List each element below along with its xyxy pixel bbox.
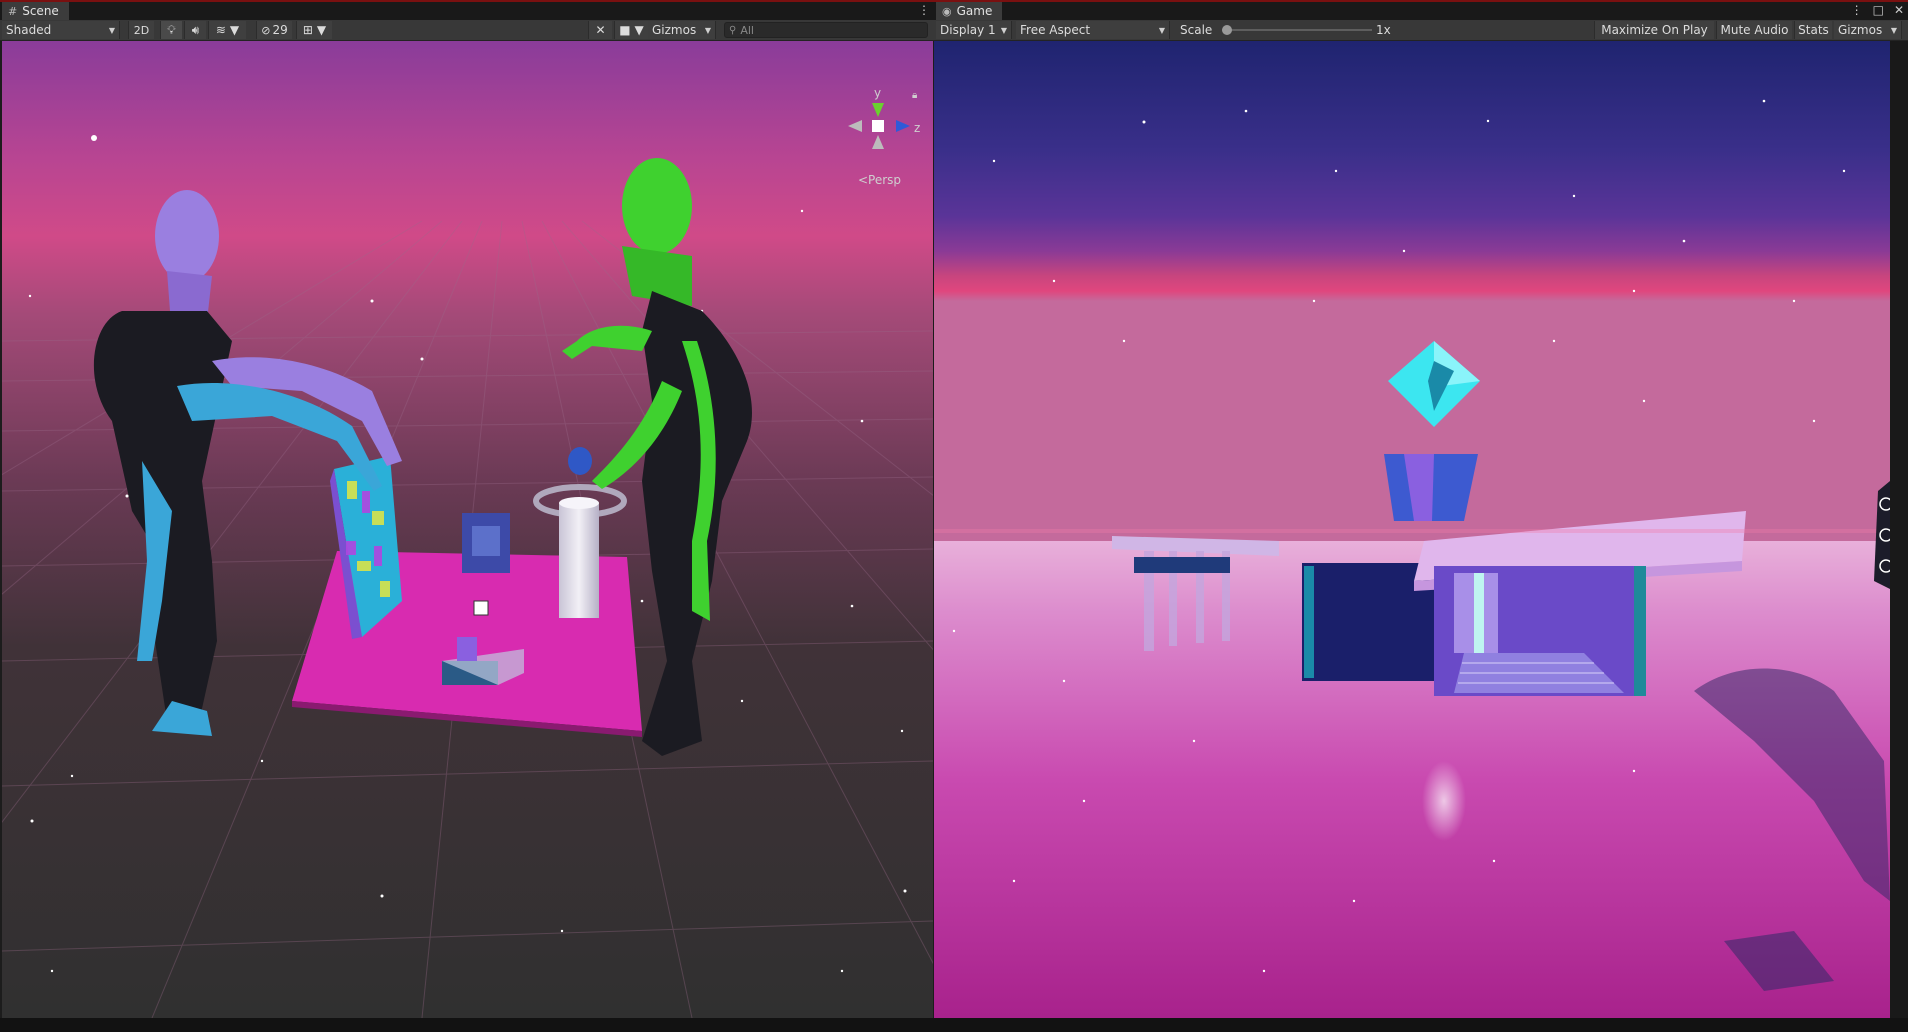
chevron-down-icon: ▼	[634, 23, 644, 37]
stats-toggle[interactable]: Stats	[1794, 21, 1832, 39]
kebab-menu-icon[interactable]: ⋮	[1851, 3, 1863, 17]
scale-slider-track	[1222, 29, 1372, 31]
hidden-objects-toggle[interactable]: ⊘ 29	[256, 21, 292, 39]
tab-game[interactable]: ◉ Game	[936, 2, 1003, 20]
maximize-on-play-label: Maximize On Play	[1601, 23, 1708, 37]
maximize-window-icon[interactable]: □	[1873, 3, 1884, 17]
scale-slider-thumb[interactable]	[1222, 25, 1232, 35]
mute-audio-toggle[interactable]: Mute Audio	[1716, 21, 1792, 39]
draw-mode-dropdown[interactable]: Shaded ▼	[2, 21, 120, 39]
scale-label: Scale	[1180, 23, 1213, 37]
scale-slider[interactable]	[1222, 21, 1372, 39]
chevron-down-icon: ▼	[1890, 25, 1897, 35]
display-value: Display 1	[940, 23, 996, 37]
audio-toggle[interactable]: 🔊︎	[184, 21, 206, 39]
gizmos-label: Gizmos	[652, 23, 697, 37]
scale-value: 1x	[1376, 23, 1391, 37]
camera-icon: ■	[619, 23, 631, 37]
chevron-down-icon: ▼	[229, 23, 240, 37]
tools-icon: ✕	[595, 23, 606, 37]
lightbulb-icon: 💡︎	[167, 22, 176, 37]
aspect-value: Free Aspect	[1020, 23, 1091, 37]
scene-toolbar: Shaded ▼ 2D 💡︎ 🔊︎ ≋ ▼ ⊘ 29 ⊞ ▼ ✕ ■ ▼ Gizmos ▼…	[0, 20, 934, 41]
chevron-down-icon: ▼	[108, 25, 115, 35]
gamepad-icon: ◉	[942, 4, 952, 18]
tab-scene-label: Scene	[22, 4, 59, 18]
scene-search-input[interactable]: ⚲ All	[724, 22, 928, 38]
axis-z-label: z	[914, 121, 920, 135]
chevron-down-icon: ▼	[704, 25, 711, 35]
game-gizmos-dropdown[interactable]: Gizmos ▼	[1834, 21, 1902, 39]
persp-label[interactable]: <Persp	[858, 173, 901, 187]
light-probe-icon	[473, 600, 489, 616]
layers-icon: ≋	[215, 23, 226, 37]
close-icon[interactable]: ✕	[1894, 3, 1904, 17]
hidden-count: 29	[272, 23, 288, 37]
scene-viewport[interactable]: y z <Persp 🔒︎	[2, 41, 933, 1018]
mute-audio-label: Mute Audio	[1720, 23, 1789, 37]
gizmos-dropdown[interactable]: Gizmos ▼	[648, 21, 716, 39]
grid-dropdown[interactable]: ⊞ ▼	[296, 21, 332, 39]
aspect-dropdown[interactable]: Free Aspect ▼	[1016, 21, 1170, 39]
eye-slash-icon: ⊘	[261, 23, 271, 37]
speaker-icon: 🔊︎	[191, 22, 200, 37]
lighting-toggle[interactable]: 💡︎	[160, 21, 182, 39]
search-placeholder: All	[740, 23, 754, 37]
game-viewport[interactable]	[934, 41, 1890, 1018]
tab-scene[interactable]: # Scene	[2, 2, 69, 20]
maximize-on-play-toggle[interactable]: Maximize On Play	[1594, 21, 1714, 39]
game-panel: ◉ Game ⋮ □ ✕ Display 1 ▼ Free Aspect ▼ Sca…	[934, 0, 1908, 1018]
tools-button[interactable]: ✕	[588, 21, 612, 39]
scene-render: y z <Persp 🔒︎	[2, 41, 933, 1018]
scene-tabbar: # Scene ⋮	[0, 0, 934, 20]
lock-icon[interactable]: 🔒︎	[912, 90, 917, 101]
ground-glow	[1422, 761, 1466, 841]
tab-game-label: Game	[956, 4, 993, 18]
search-icon: ⚲	[729, 24, 737, 36]
blue-disc	[568, 447, 592, 475]
chevron-down-icon: ▼	[316, 23, 327, 37]
grid-snap-icon: ⊞	[302, 23, 313, 37]
game-render	[934, 41, 1890, 1018]
axis-y-label: y	[874, 86, 881, 100]
scene-panel: # Scene ⋮ Shaded ▼ 2D 💡︎ 🔊︎ ≋ ▼ ⊘ 29 ⊞ ▼ ✕ …	[0, 0, 934, 1018]
stats-label: Stats	[1798, 23, 1829, 37]
camera-dropdown[interactable]: ■ ▼	[614, 21, 648, 39]
game-toolbar: Display 1 ▼ Free Aspect ▼ Scale 1x Maximiz…	[934, 20, 1908, 41]
draw-mode-value: Shaded	[6, 23, 52, 37]
effects-dropdown[interactable]: ≋ ▼	[208, 21, 246, 39]
game-gizmos-label: Gizmos	[1838, 23, 1883, 37]
candle	[559, 503, 599, 618]
game-tabbar: ◉ Game ⋮ □ ✕	[934, 0, 1908, 20]
chevron-down-icon: ▼	[1158, 25, 1165, 35]
right-scroll-strip	[1890, 41, 1908, 1018]
display-dropdown[interactable]: Display 1 ▼	[936, 21, 1012, 39]
chevron-down-icon: ▼	[1000, 25, 1007, 35]
kebab-menu-icon[interactable]: ⋮	[918, 3, 930, 17]
grid-icon: #	[8, 4, 18, 18]
toggle-2d-button[interactable]: 2D	[128, 21, 154, 39]
toggle-2d-label: 2D	[133, 23, 150, 37]
